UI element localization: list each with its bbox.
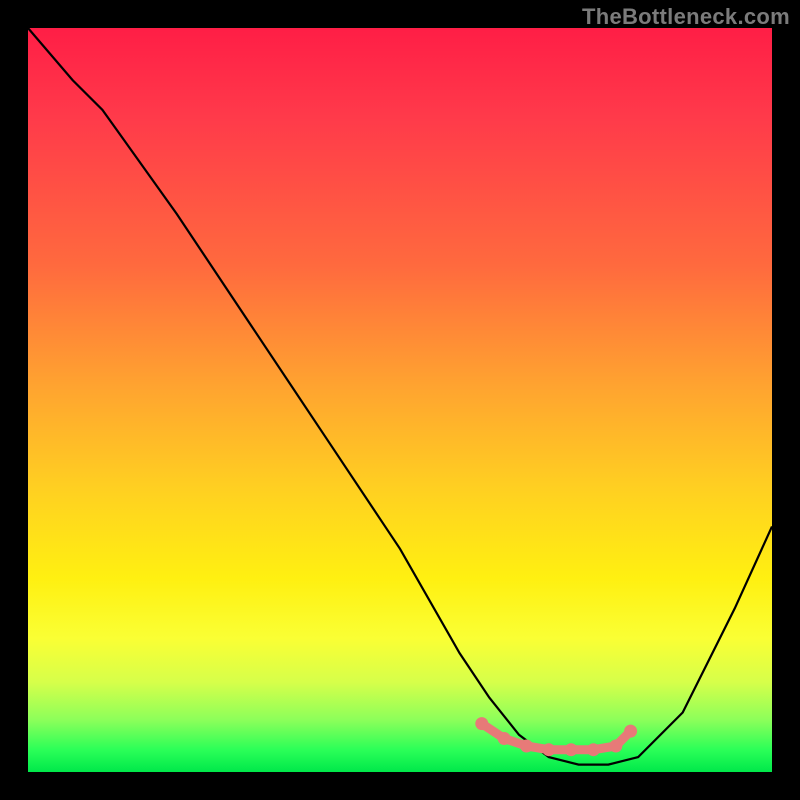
watermark-text: TheBottleneck.com (582, 4, 790, 30)
optimal-range-markers (28, 28, 772, 772)
chart-frame: TheBottleneck.com (0, 0, 800, 800)
plot-area (28, 28, 772, 772)
